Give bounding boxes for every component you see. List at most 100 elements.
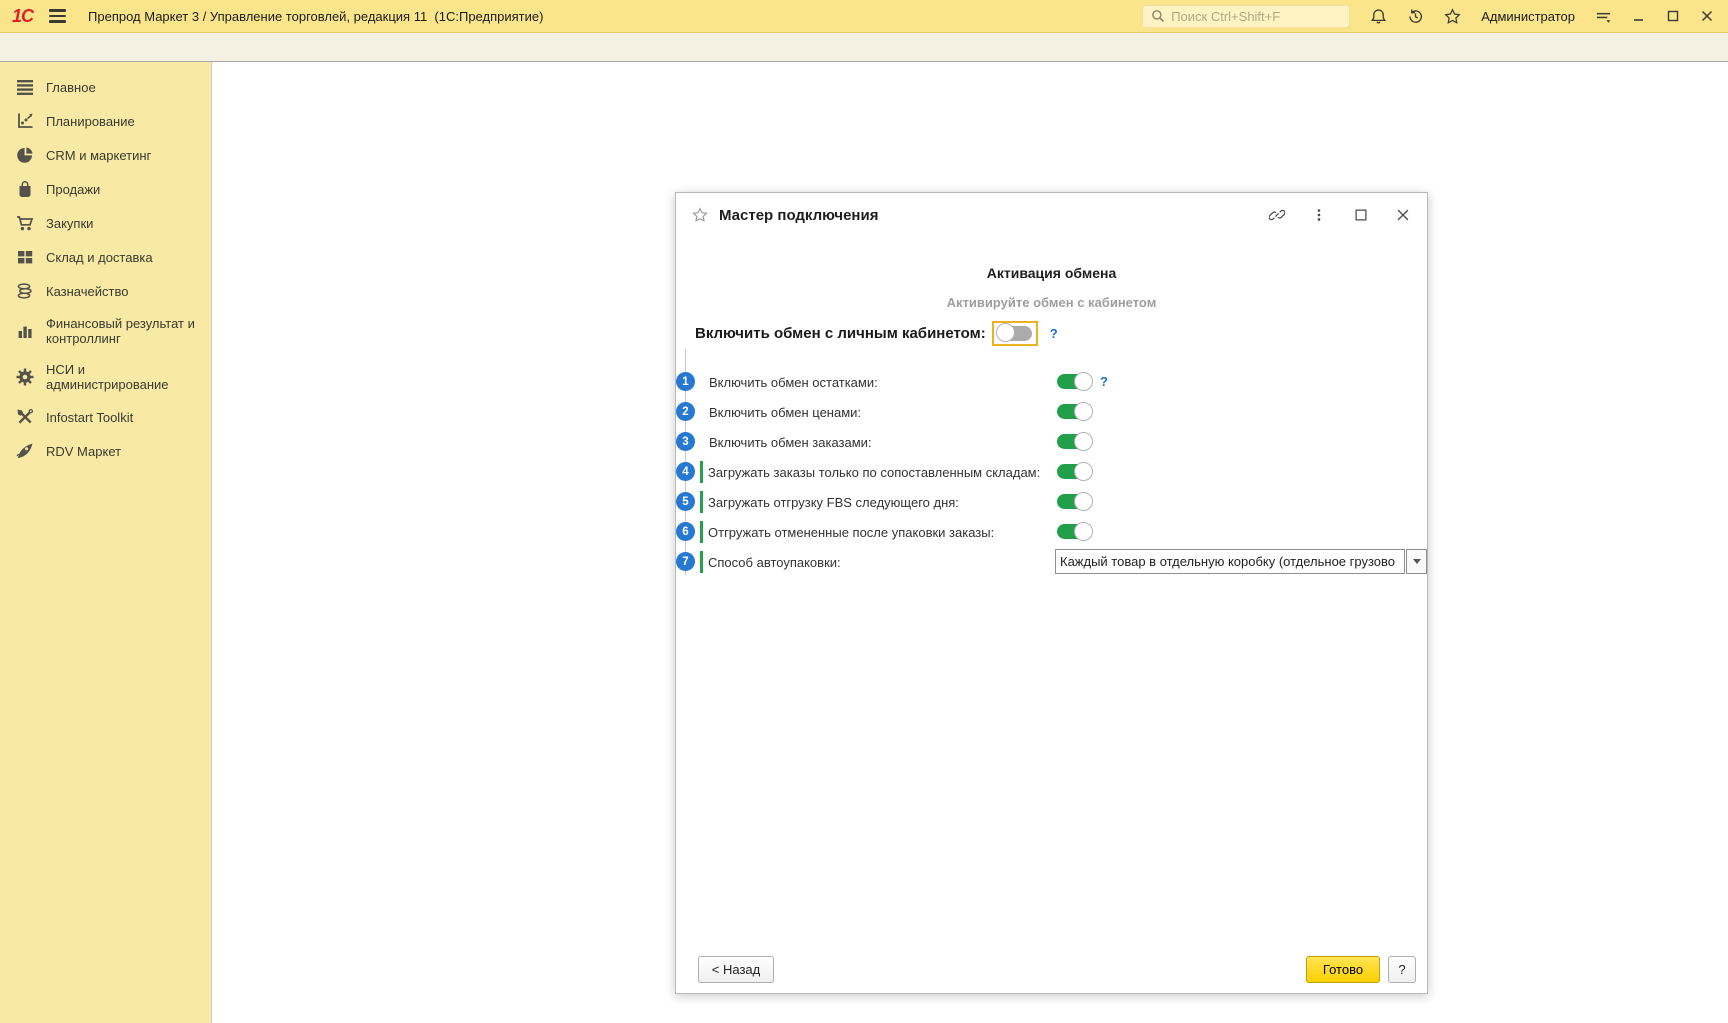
row-toggle[interactable] (1057, 491, 1093, 511)
step-number-badge: 7 (676, 552, 695, 571)
sidebar-item-6[interactable]: Склад и доставка (0, 240, 211, 274)
back-button[interactable]: < Назад (698, 956, 774, 983)
sidebar-item-label: RDV Маркет (46, 443, 122, 459)
sidebar-item-9[interactable]: НСИ и администрирование (0, 354, 211, 400)
menu-icon (16, 78, 34, 96)
gear-icon (16, 368, 34, 386)
sidebar-item-label: Планирование (46, 113, 135, 129)
sidebar-item-3[interactable]: CRM и маркетинг (0, 138, 211, 172)
main-exchange-toggle[interactable] (991, 320, 1038, 346)
main-help-link[interactable]: ? (1050, 326, 1058, 341)
top-bar: 1С Препрод Маркет 3 / Управление торговл… (0, 0, 1728, 33)
tools-icon (16, 408, 34, 426)
sidebar-item-label: Закупки (46, 215, 94, 231)
wizard-row-4: 4 Загружать заказы только по сопоставленн… (676, 457, 1427, 487)
row-toggle[interactable] (1057, 461, 1093, 481)
main-menu-icon[interactable] (49, 9, 67, 23)
sidebar-item-label: НСИ и администрирование (46, 362, 169, 392)
wizard-row-6: 6 Отгружать отмененные после упаковки зак… (676, 517, 1427, 547)
row-label: Загружать заказы только по сопоставленны… (708, 465, 1041, 480)
toolbar-strip (0, 33, 1728, 62)
main-exchange-row: Включить обмен с личным кабинетом: ? (676, 318, 1427, 348)
chevron-down-icon (1412, 559, 1421, 564)
cart-icon (16, 214, 34, 232)
sections-panel: Главное Планирование CRM и маркетинг Продаж… (0, 62, 212, 1023)
indent-marker (700, 491, 703, 513)
step-number-badge: 2 (676, 402, 695, 421)
planning-icon (16, 112, 34, 130)
sidebar-item-label: Продажи (46, 181, 101, 197)
row-toggle[interactable] (1057, 401, 1093, 421)
wizard-row-2: 2 Включить обмен ценами: (676, 397, 1427, 427)
sidebar-item-label: Казначейство (46, 283, 129, 299)
close-window-button[interactable] (1700, 9, 1714, 23)
bar-chart-icon (16, 322, 34, 340)
row-label: Включить обмен заказами: (709, 435, 872, 450)
wizard-row-1: 1 Включить обмен остатками:? (676, 367, 1427, 397)
wizard-row-5: 5 Загружать отгрузку FBS следующего дня: (676, 487, 1427, 517)
coins-icon (16, 282, 34, 300)
search-input[interactable] (1171, 8, 1332, 24)
application-window: 1С Препрод Маркет 3 / Управление торговл… (0, 0, 1728, 1023)
sidebar-item-8[interactable]: Финансовый результат и контроллинг (0, 308, 211, 354)
sidebar-item-label: CRM и маркетинг (46, 147, 152, 163)
indent-marker (700, 461, 703, 483)
row-label: Включить обмен ценами: (709, 405, 862, 420)
autopack-select-value[interactable]: Каждый товар в отдельную коробку (отдель… (1055, 549, 1405, 574)
sidebar-item-2[interactable]: Планирование (0, 104, 211, 138)
indent-marker (700, 521, 703, 543)
finish-button[interactable]: Готово (1306, 956, 1380, 983)
step-number-badge: 6 (676, 522, 695, 541)
grid-icon (16, 248, 34, 266)
rocket-icon (16, 442, 34, 460)
maximize-button[interactable] (1666, 9, 1680, 23)
more-menu-icon[interactable] (1311, 207, 1327, 223)
get-link-icon[interactable] (1269, 207, 1285, 223)
sidebar-item-4[interactable]: Продажи (0, 172, 211, 206)
autopack-select: Каждый товар в отдельную коробку (отдель… (1055, 549, 1427, 574)
favorite-star-icon[interactable] (692, 207, 708, 223)
dialog-help-button[interactable]: ? (1388, 956, 1416, 983)
minimize-button[interactable] (1632, 9, 1646, 23)
close-dialog-icon[interactable] (1395, 207, 1411, 223)
step-number-badge: 5 (676, 492, 695, 511)
sidebar-item-label: Склад и доставка (46, 249, 153, 265)
step-number-badge: 4 (676, 462, 695, 481)
connection-wizard-dialog: Мастер подключения Активация обмена Акти… (675, 192, 1428, 994)
sidebar-item-5[interactable]: Закупки (0, 206, 211, 240)
row-label: Способ автоупаковки: (708, 555, 841, 570)
row-toggle[interactable] (1057, 371, 1093, 391)
notifications-bell-icon[interactable] (1370, 8, 1387, 25)
main-workspace: Мастер подключения Активация обмена Акти… (213, 62, 1728, 1023)
row-label: Отгружать отмененные после упаковки зака… (708, 525, 995, 540)
step-number-badge: 3 (676, 432, 695, 451)
search-icon (1151, 9, 1165, 23)
current-user[interactable]: Администратор (1481, 9, 1575, 24)
dialog-header: Мастер подключения (676, 193, 1427, 237)
sidebar-item-label: Финансовый результат и контроллинг (46, 316, 195, 346)
maximize-dialog-icon[interactable] (1353, 207, 1369, 223)
global-search[interactable] (1142, 4, 1351, 28)
main-toggle-label: Включить обмен с личным кабинетом: (695, 324, 986, 342)
history-icon[interactable] (1407, 8, 1424, 25)
step-title: Активация обмена (986, 265, 1117, 281)
sidebar-item-label: Главное (46, 79, 96, 95)
window-title: Препрод Маркет 3 / Управление торговлей,… (88, 8, 544, 24)
sidebar-item-1[interactable]: Главное (0, 70, 211, 104)
row-toggle[interactable] (1057, 521, 1093, 541)
1c-logo: 1С (12, 5, 34, 26)
wizard-row-3: 3 Включить обмен заказами: (676, 427, 1427, 457)
sidebar-item-10[interactable]: Infostart Toolkit (0, 400, 211, 434)
sidebar-item-11[interactable]: RDV Маркет (0, 434, 211, 468)
indent-marker (700, 551, 703, 573)
functions-menu-icon[interactable] (1595, 8, 1612, 25)
step-subtitle: Активируйте обмен с кабинетом (946, 295, 1157, 310)
sidebar-item-label: Infostart Toolkit (46, 409, 134, 425)
row-toggle[interactable] (1057, 431, 1093, 451)
favorites-star-icon[interactable] (1444, 7, 1461, 25)
wizard-row-7: 7 Способ автоупаковки: Каждый товар в отде… (676, 547, 1427, 577)
sidebar-item-7[interactable]: Казначейство (0, 274, 211, 308)
select-dropdown-button[interactable] (1406, 549, 1427, 574)
row-help-link[interactable]: ? (1100, 374, 1108, 389)
pie-chart-icon (16, 146, 34, 164)
